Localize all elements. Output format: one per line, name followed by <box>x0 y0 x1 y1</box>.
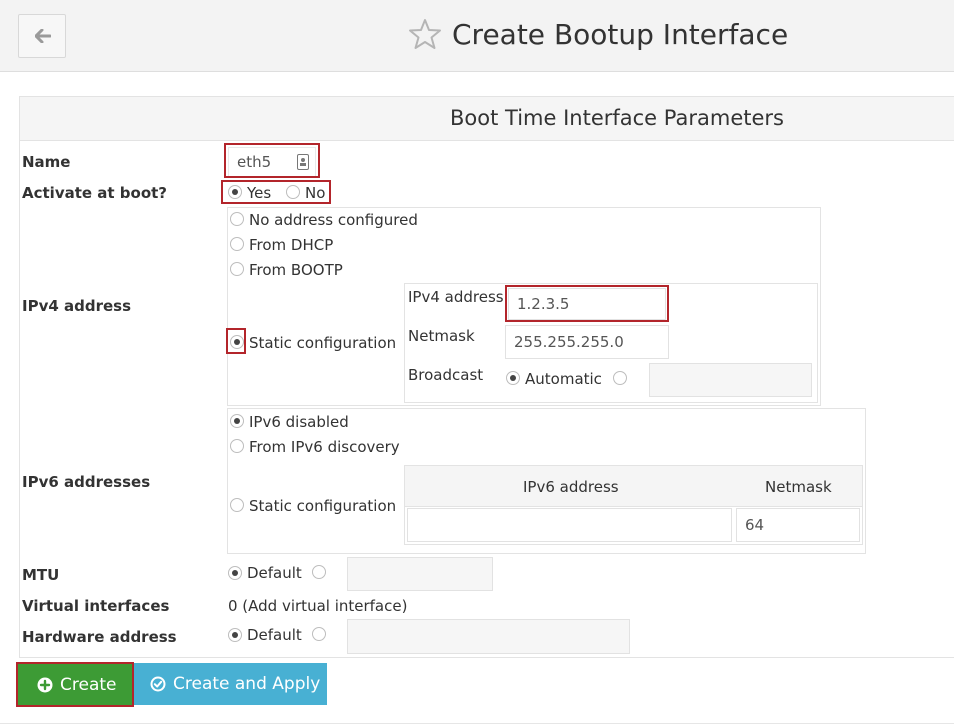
mtu-label: MTU <box>22 566 60 584</box>
star-icon[interactable] <box>408 18 442 50</box>
broadcast-auto-label: Automatic <box>525 370 602 388</box>
ipv6-static-radio[interactable] <box>230 498 244 512</box>
ipv6-discovery-radio[interactable] <box>230 439 244 453</box>
panel-header: Boot Time Interface Parameters <box>20 97 954 141</box>
ipv6-static-label: Static configuration <box>249 497 397 515</box>
ipv4-none-label: No address configured <box>249 211 418 229</box>
activate-label: Activate at boot? <box>22 184 168 202</box>
ipv4-bootp-radio[interactable] <box>230 262 244 276</box>
netmask-label: Netmask <box>408 327 475 345</box>
create-highlight <box>16 662 134 707</box>
ipv4-none-radio[interactable] <box>230 212 244 226</box>
ipv4-static-highlight <box>226 328 246 354</box>
virtual-interfaces-label: Virtual interfaces <box>22 597 170 615</box>
create-and-apply-button[interactable]: Create and Apply <box>132 663 327 705</box>
ipv4-dhcp-label: From DHCP <box>249 236 334 254</box>
name-label: Name <box>22 153 71 171</box>
ipv4-static-label: Static configuration <box>249 334 397 352</box>
mtu-input[interactable] <box>347 557 493 591</box>
mtu-default-label: Default <box>247 564 302 582</box>
hardware-default-radio[interactable] <box>228 628 242 642</box>
ipv4-bootp-label: From BOOTP <box>249 261 343 279</box>
netmask-value: 255.255.255.0 <box>514 333 624 351</box>
virtual-interfaces-link[interactable]: 0 (Add virtual interface) <box>228 597 407 615</box>
ipv6-disabled-label: IPv6 disabled <box>249 413 349 431</box>
panel-title: Boot Time Interface Parameters <box>450 106 784 130</box>
name-highlight <box>224 143 320 178</box>
mtu-custom-radio[interactable] <box>312 565 326 579</box>
back-button[interactable] <box>18 14 66 58</box>
create-and-apply-label: Create and Apply <box>173 674 321 694</box>
ipv6-disabled-radio[interactable] <box>230 414 244 428</box>
hardware-default-label: Default <box>247 626 302 644</box>
activate-highlight <box>221 180 331 204</box>
broadcast-label: Broadcast <box>408 366 484 384</box>
check-circle-icon <box>150 676 166 692</box>
arrow-left-icon <box>35 29 51 43</box>
ipv6-discovery-label: From IPv6 discovery <box>249 438 400 456</box>
ipv6-label: IPv6 addresses <box>22 473 151 491</box>
broadcast-auto-radio[interactable] <box>506 371 520 385</box>
ipv4-address-highlight <box>505 285 669 322</box>
ipv6-address-col-header: IPv6 address <box>523 478 619 496</box>
ipv6-address-input[interactable] <box>407 508 732 542</box>
hardware-custom-radio[interactable] <box>312 627 326 641</box>
ipv4-dhcp-radio[interactable] <box>230 237 244 251</box>
ipv6-netmask-input[interactable]: 64 <box>736 508 860 542</box>
netmask-input[interactable]: 255.255.255.0 <box>505 325 669 359</box>
page-header: Create Bootup Interface <box>0 0 954 72</box>
hardware-address-label: Hardware address <box>22 628 177 646</box>
mtu-default-radio[interactable] <box>228 566 242 580</box>
broadcast-input[interactable] <box>649 363 812 397</box>
ipv6-netmask-value: 64 <box>745 516 765 534</box>
ipv6-netmask-col-header: Netmask <box>765 478 832 496</box>
hardware-address-input[interactable] <box>347 619 630 654</box>
ipv4-address-label: IPv4 address <box>408 288 504 306</box>
ipv4-label: IPv4 address <box>22 297 132 315</box>
page-title: Create Bootup Interface <box>452 18 789 51</box>
broadcast-custom-radio[interactable] <box>613 371 627 385</box>
